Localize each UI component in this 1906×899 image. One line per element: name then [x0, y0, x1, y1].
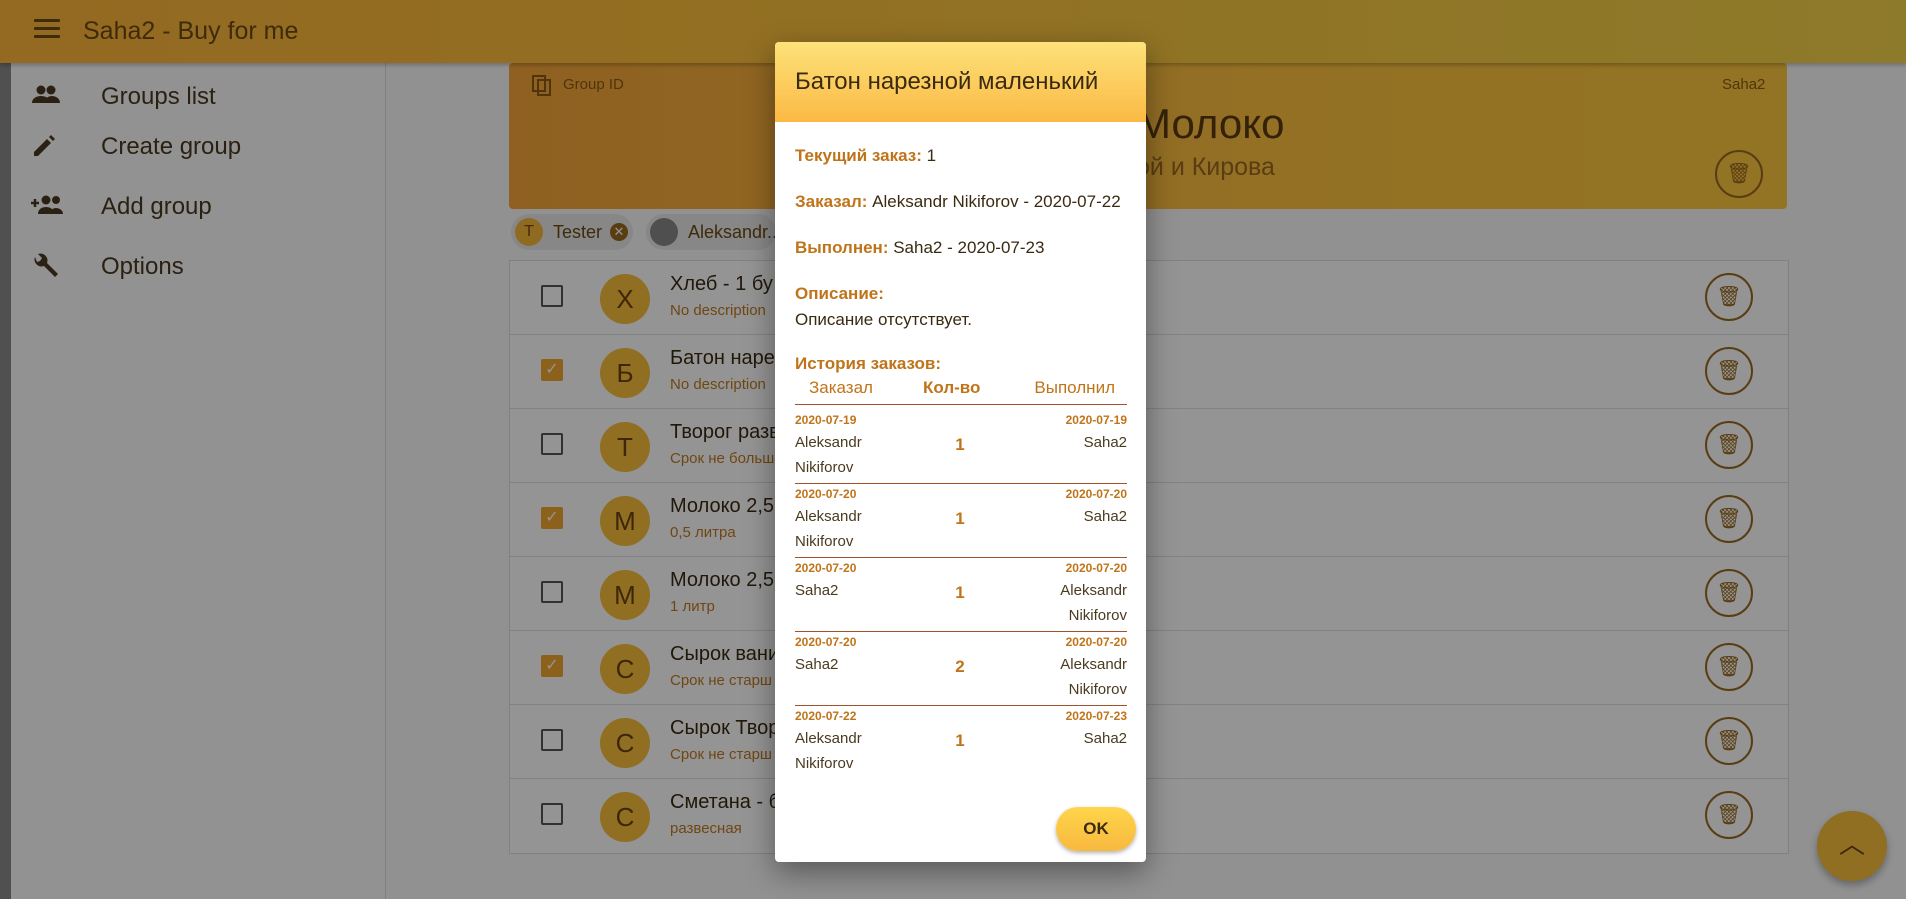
ordered-by: Saha2	[795, 656, 839, 673]
history-col-done: Выполнил	[1034, 378, 1115, 397]
history-col-ordered: Заказал	[809, 378, 873, 397]
quantity: 1	[955, 509, 965, 528]
done-by: Выполнен: Saha2 - 2020-07-23	[795, 238, 1044, 258]
history-label: История заказов:	[795, 354, 941, 374]
history-row: 2020-07-20 2020-07-20 Aleksandr Nikiforo…	[795, 484, 1127, 558]
field-value: 1	[926, 146, 937, 165]
quantity: 2	[955, 657, 965, 676]
quantity: 1	[955, 583, 965, 602]
quantity: 1	[955, 731, 965, 750]
history-row: 2020-07-20 2020-07-20 Saha2 2 Aleksandr …	[795, 632, 1127, 706]
done-by: Aleksandr Nikiforov	[1060, 656, 1127, 698]
ordered-by: Aleksandr Nikiforov	[795, 730, 862, 772]
dialog-title: Батон нарезной маленький	[795, 68, 1099, 95]
ordered-by: Заказал: Aleksandr Nikiforov - 2020-07-2…	[795, 192, 1121, 212]
description-label: Описание:	[795, 284, 884, 304]
dialog-header: Батон нарезной маленький	[775, 42, 1146, 122]
field-value: Saha2 - 2020-07-23	[893, 238, 1045, 257]
item-details-dialog: Батон нарезной маленький Текущий заказ: …	[775, 42, 1146, 862]
field-label: Текущий заказ:	[795, 146, 922, 165]
ordered-date: 2020-07-20	[795, 635, 857, 649]
ordered-date: 2020-07-19	[795, 413, 857, 427]
field-label: Заказал:	[795, 192, 868, 211]
done-date: 2020-07-20	[1065, 561, 1127, 575]
done-by: Saha2	[1083, 508, 1127, 525]
history-row: 2020-07-22 2020-07-23 Aleksandr Nikiforo…	[795, 706, 1127, 779]
field-label: История заказов:	[795, 354, 942, 373]
field-value: Aleksandr Nikiforov - 2020-07-22	[872, 192, 1121, 211]
history-row: 2020-07-20 2020-07-20 Saha2 1 Aleksandr …	[795, 558, 1127, 632]
field-label: Выполнен:	[795, 238, 889, 257]
ordered-by: Saha2	[795, 582, 839, 599]
done-by: Aleksandr Nikiforov	[1060, 582, 1127, 624]
done-date: 2020-07-19	[1065, 413, 1127, 427]
ok-button[interactable]: OK	[1056, 807, 1136, 851]
description-value: Описание отсутствует.	[795, 310, 972, 329]
done-by: Saha2	[1083, 434, 1127, 451]
field-label: Описание:	[795, 284, 884, 303]
quantity: 1	[955, 435, 965, 454]
history-col-qty: Кол-во	[923, 378, 981, 397]
history-row: 2020-07-19 2020-07-19 Aleksandr Nikiforo…	[795, 410, 1127, 484]
ordered-date: 2020-07-22	[795, 709, 857, 723]
history-header: Заказал Кол-во Выполнил	[795, 376, 1127, 405]
ordered-date: 2020-07-20	[795, 561, 857, 575]
done-by: Saha2	[1083, 730, 1127, 747]
ordered-by: Aleksandr Nikiforov	[795, 434, 862, 476]
ordered-by: Aleksandr Nikiforov	[795, 508, 862, 550]
current-order: Текущий заказ: 1	[795, 146, 936, 166]
done-date: 2020-07-23	[1065, 709, 1127, 723]
done-date: 2020-07-20	[1065, 487, 1127, 501]
done-date: 2020-07-20	[1065, 635, 1127, 649]
ordered-date: 2020-07-20	[795, 487, 857, 501]
